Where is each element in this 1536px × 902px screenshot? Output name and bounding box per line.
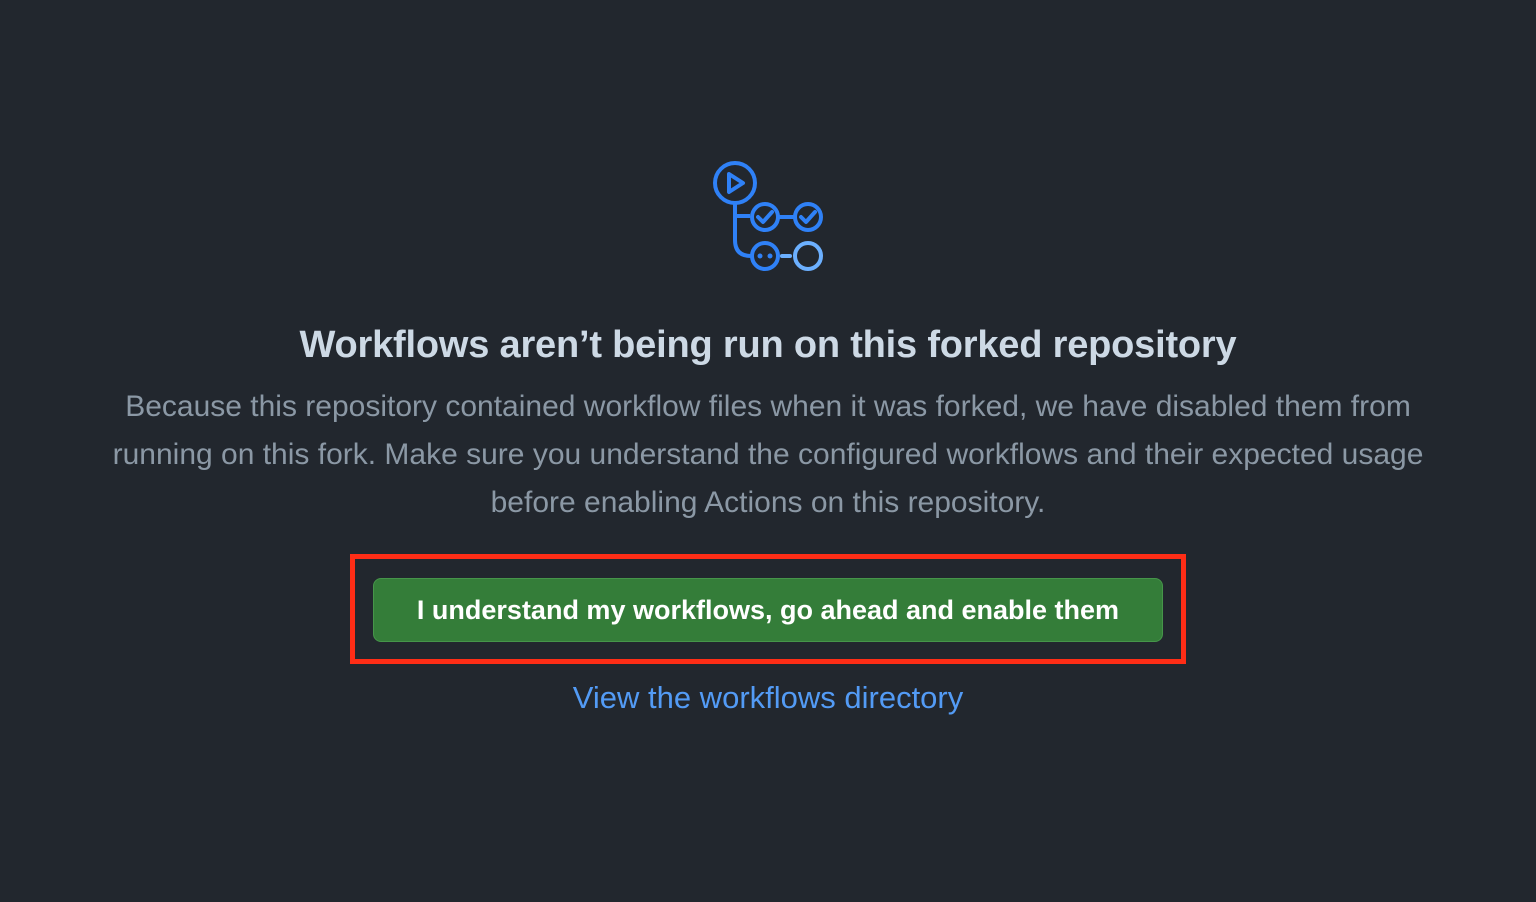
page-title: Workflows aren’t being run on this forke… (299, 324, 1237, 366)
actions-disabled-blankslate: Workflows aren’t being run on this forke… (0, 0, 1536, 902)
description-text: Because this repository contained workfl… (112, 390, 1424, 519)
workflow-icon (713, 161, 823, 271)
view-workflows-directory-link[interactable]: View the workflows directory (0, 676, 1536, 720)
enable-workflows-button[interactable]: I understand my workflows, go ahead and … (373, 578, 1163, 642)
